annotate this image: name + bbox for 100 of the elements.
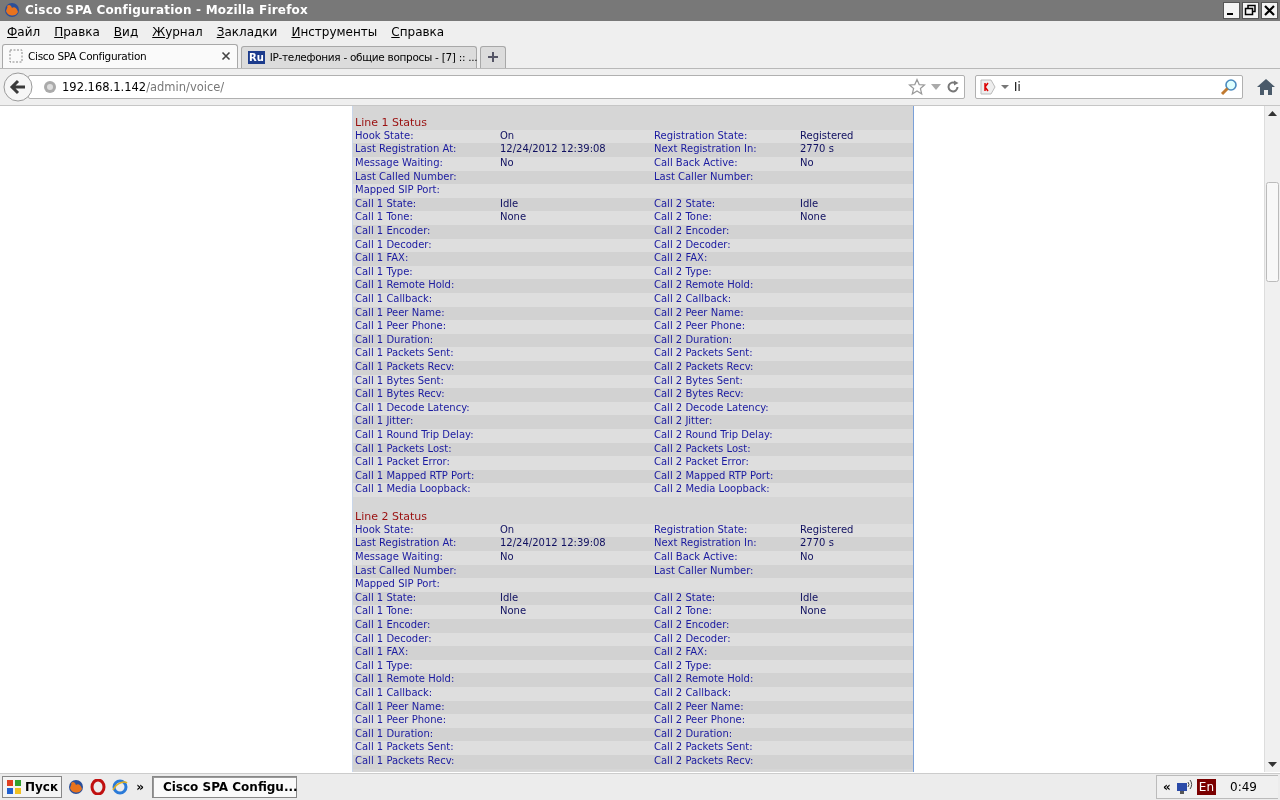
field-label: Call 2 Peer Name: bbox=[654, 306, 745, 320]
section-heading: Line 2 Status bbox=[354, 509, 428, 524]
field-label: Call 1 Packets Lost: bbox=[355, 442, 453, 456]
field-value: None bbox=[800, 211, 828, 225]
field-label: Call 2 State: bbox=[654, 197, 717, 211]
field-label: Call 2 Packets Recv: bbox=[654, 755, 755, 768]
scroll-up-arrow-icon[interactable] bbox=[1268, 109, 1277, 116]
network-icon[interactable] bbox=[1174, 778, 1193, 795]
field-value: 12/24/2012 12:39:08 bbox=[500, 143, 607, 157]
field-value: Idle bbox=[500, 591, 520, 605]
field-label: Call 1 Encoder: bbox=[355, 619, 432, 633]
field-label: Call 1 Callback: bbox=[355, 687, 434, 700]
search-text: Ii bbox=[1014, 79, 1022, 94]
field-label: Call 1 Decode Latency: bbox=[355, 401, 471, 415]
plus-icon bbox=[487, 51, 499, 64]
field-label: Last Registration At: bbox=[355, 537, 458, 551]
scrollbar[interactable] bbox=[1264, 105, 1280, 773]
field-label: Next Registration In: bbox=[654, 143, 758, 157]
language-indicator[interactable]: En bbox=[1196, 778, 1216, 795]
field-value: No bbox=[800, 551, 815, 565]
field-label: Call 1 FAX: bbox=[355, 646, 410, 660]
field-label: Call 1 Mapped RTP Port: bbox=[355, 469, 476, 483]
field-label: Call 2 Packets Lost: bbox=[654, 442, 752, 456]
field-label: Call 2 Encoder: bbox=[654, 619, 731, 633]
start-button[interactable]: Пуск bbox=[2, 775, 63, 798]
field-label: Call 1 Tone: bbox=[355, 211, 414, 225]
reload-icon[interactable] bbox=[946, 79, 960, 94]
field-label: Call 2 Round Trip Delay: bbox=[654, 428, 774, 442]
clock: 0:49 bbox=[1230, 779, 1258, 794]
field-value: None bbox=[500, 211, 528, 225]
field-label: Call 2 Packet Error: bbox=[654, 456, 750, 470]
field-label: Call 2 Callback: bbox=[654, 293, 733, 306]
menu-item[interactable]: Вид bbox=[113, 24, 145, 39]
field-label: Call 2 Duration: bbox=[654, 727, 734, 741]
search-field[interactable]: Ii bbox=[975, 74, 1243, 99]
close-tab-icon[interactable] bbox=[221, 51, 231, 62]
field-label: Call 1 Packets Sent: bbox=[355, 347, 455, 361]
field-label: Last Caller Number: bbox=[654, 564, 755, 578]
field-value: 2770 s bbox=[800, 143, 835, 157]
field-label: Call 2 FAX: bbox=[654, 252, 709, 266]
field-label: Last Called Number: bbox=[355, 564, 458, 578]
window-title: Cisco SPA Configuration - Mozilla Firefox bbox=[25, 3, 309, 18]
field-label: Call 1 Packets Recv: bbox=[355, 755, 456, 768]
menu-item[interactable]: Файл bbox=[7, 24, 47, 39]
field-label: Call 1 Peer Phone: bbox=[355, 320, 447, 334]
site-badge: Ru bbox=[248, 50, 265, 64]
field-label: Mapped SIP Port: bbox=[355, 184, 441, 198]
overflow-chevron[interactable]: » bbox=[136, 779, 144, 794]
field-label: Call 1 Callback: bbox=[355, 293, 434, 306]
star-icon[interactable] bbox=[908, 77, 926, 96]
menu-item[interactable]: Справка bbox=[391, 24, 451, 39]
field-label: Call 1 Duration: bbox=[355, 727, 435, 741]
menu-item[interactable]: Инструменты bbox=[291, 24, 384, 39]
field-label: Call 1 Round Trip Delay: bbox=[355, 428, 475, 442]
field-label: Call 1 Remote Hold: bbox=[355, 673, 456, 687]
home-button[interactable] bbox=[1256, 76, 1276, 97]
field-label: Call 2 FAX: bbox=[654, 646, 709, 660]
field-label: Call 1 Decoder: bbox=[355, 632, 433, 646]
field-label: Call 1 Jitter: bbox=[355, 415, 415, 429]
dropdown-arrow-icon[interactable] bbox=[1001, 83, 1009, 90]
field-label: Call 1 Packets Recv: bbox=[355, 360, 456, 374]
field-value: Registered bbox=[800, 129, 855, 143]
close-button[interactable] bbox=[1261, 2, 1278, 19]
field-label: Hook State: bbox=[355, 129, 415, 143]
field-label: Call 2 Jitter: bbox=[654, 415, 714, 429]
windows-logo-icon bbox=[6, 778, 22, 795]
url-text: 192.168.1.142/admin/voice/ bbox=[62, 79, 226, 94]
field-label: Call 2 Media Loopback: bbox=[654, 483, 771, 497]
field-label: Last Caller Number: bbox=[654, 170, 755, 184]
field-value: Idle bbox=[500, 197, 520, 211]
new-tab-button[interactable] bbox=[480, 45, 506, 68]
field-label: Hook State: bbox=[355, 523, 415, 537]
field-label: Call 2 Packets Sent: bbox=[654, 741, 754, 755]
field-label: Call 2 Packets Recv: bbox=[654, 360, 755, 374]
browser-tab[interactable]: Ru IP-телефония - общие вопросы - [7] :: ... bbox=[241, 45, 477, 68]
tray-expand-button[interactable]: « bbox=[1163, 779, 1171, 794]
field-label: Call 1 Media Loopback: bbox=[355, 483, 472, 497]
menu-item[interactable]: Правка bbox=[54, 24, 106, 39]
scroll-down-arrow-icon[interactable] bbox=[1268, 762, 1277, 769]
field-label: Call 2 Type: bbox=[654, 265, 713, 279]
field-label: Call 1 State: bbox=[355, 197, 418, 211]
search-icon[interactable] bbox=[1220, 77, 1238, 96]
field-label: Call 1 Decoder: bbox=[355, 238, 433, 252]
field-label: Call 1 State: bbox=[355, 591, 418, 605]
field-label: Message Waiting: bbox=[355, 551, 444, 565]
taskbar-window-button[interactable]: Cisco SPA Configu... bbox=[151, 775, 297, 798]
menu-item[interactable]: Журнал bbox=[152, 24, 209, 39]
scrollbar-thumb[interactable] bbox=[1266, 181, 1279, 282]
back-button[interactable] bbox=[3, 71, 33, 102]
field-label: Last Registration At: bbox=[355, 143, 458, 157]
address-bar[interactable]: 192.168.1.142/admin/voice/ bbox=[28, 74, 965, 99]
menu-item[interactable]: Закладки bbox=[216, 24, 284, 39]
minimize-button[interactable] bbox=[1223, 2, 1240, 19]
field-label: Call 1 Type: bbox=[355, 265, 414, 279]
restore-button[interactable] bbox=[1242, 2, 1259, 19]
browser-tab[interactable]: Cisco SPA Configuration bbox=[2, 43, 238, 68]
field-label: Call 1 Peer Name: bbox=[355, 700, 446, 714]
field-label: Call 2 Peer Phone: bbox=[654, 320, 746, 334]
field-value: Idle bbox=[800, 591, 820, 605]
field-label: Call 2 Tone: bbox=[654, 211, 713, 225]
